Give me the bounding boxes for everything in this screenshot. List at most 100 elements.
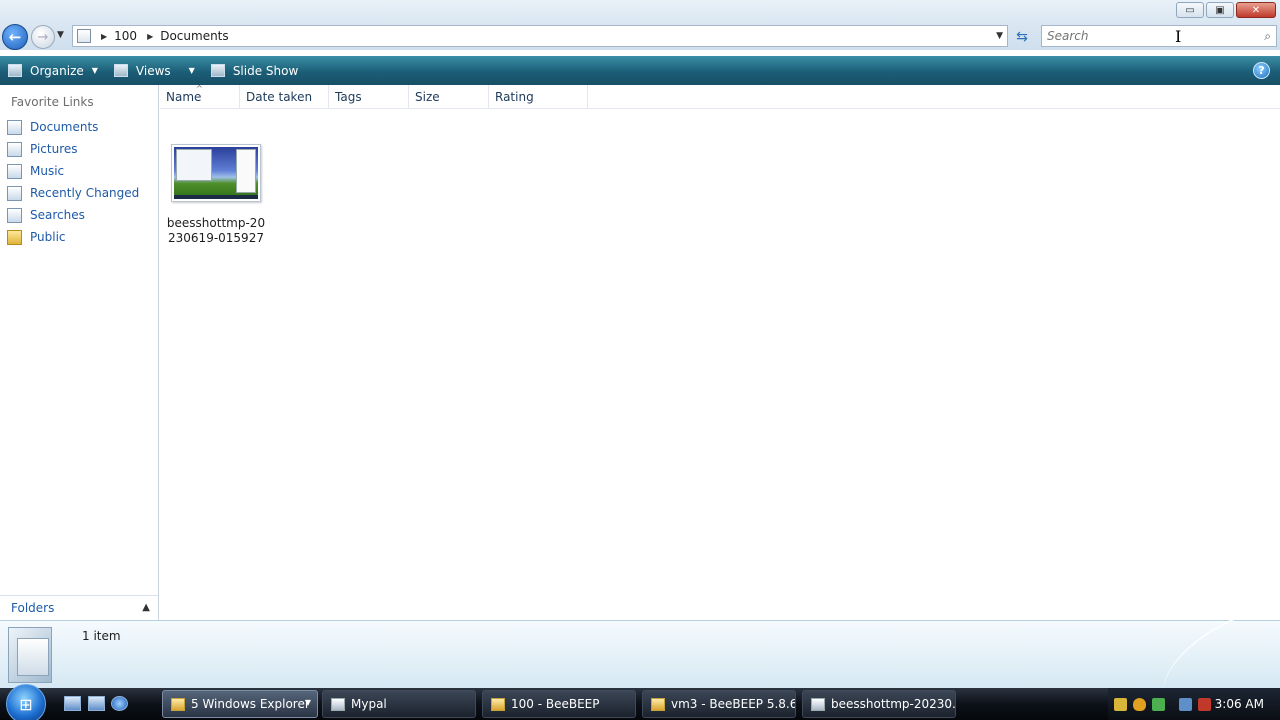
taskbar-button-beebeep-100[interactable]: 100 - BeeBEEP: [482, 690, 636, 718]
location-icon: [77, 29, 91, 43]
breadcrumb-documents[interactable]: Documents: [160, 29, 228, 43]
column-header-rating[interactable]: Rating: [489, 85, 588, 109]
column-header-label: Tags: [335, 90, 362, 104]
column-header-date-taken[interactable]: Date taken: [240, 85, 329, 109]
chevron-down-icon: ▼: [91, 66, 98, 75]
folder-icon: [7, 229, 22, 245]
internet-explorer-icon[interactable]: [111, 696, 128, 711]
organize-button[interactable]: Organize ▼: [0, 56, 106, 85]
search-box[interactable]: ⌕: [1041, 25, 1277, 47]
window-controls: ▭ ▣ ✕: [1176, 2, 1276, 18]
network-icon[interactable]: [1179, 697, 1192, 711]
documents-folder-icon: [8, 627, 52, 683]
chevron-down-icon: ▼: [188, 66, 195, 75]
views-button[interactable]: Views ▼: [106, 56, 203, 85]
nav-item-public[interactable]: Public: [0, 226, 158, 248]
file-name: beesshottmp-20230619-015927: [166, 216, 266, 245]
file-item[interactable]: beesshottmp-20230619-015927: [166, 144, 266, 246]
thumbnail-window-shape: [236, 149, 256, 193]
nav-item-recently-changed[interactable]: Recently Changed: [0, 182, 158, 204]
address-bar[interactable]: ▶ 100 ▶ Documents ▼: [72, 25, 1008, 47]
search-input[interactable]: [1042, 26, 1242, 46]
searches-icon: [7, 207, 22, 223]
file-thumbnail: [171, 144, 261, 202]
taskbar-button-windows-explorer[interactable]: 5 Windows Explorer ▼: [162, 690, 318, 718]
tray-app-icon[interactable]: [1114, 697, 1127, 711]
column-header-size[interactable]: Size: [409, 85, 489, 109]
column-header-tags[interactable]: Tags: [329, 85, 409, 109]
favorite-links-heading: Favorite Links: [11, 95, 94, 109]
taskbar-button-image-viewer[interactable]: beesshottmp-20230...: [802, 690, 956, 718]
tray-app-icon[interactable]: [1152, 697, 1165, 711]
security-shield-icon[interactable]: [1133, 697, 1146, 711]
nav-item-label: Music: [30, 164, 65, 178]
address-history-dropdown[interactable]: ▼: [996, 31, 1003, 41]
nav-item-searches[interactable]: Searches: [0, 204, 158, 226]
thumbnail-taskbar-shape: [174, 195, 258, 199]
documents-icon: [7, 119, 22, 135]
folders-toggle[interactable]: Folders ▲: [0, 595, 158, 620]
switch-windows-icon[interactable]: [88, 696, 105, 711]
breadcrumb-separator-icon[interactable]: ▶: [101, 32, 107, 41]
title-bar: ▭ ▣ ✕: [0, 0, 1280, 22]
sort-ascending-icon: ^: [196, 84, 203, 93]
taskbar-button-label: Mypal: [351, 697, 387, 711]
back-arrow-icon: ←: [8, 28, 22, 46]
nav-item-label: Recently Changed: [30, 186, 140, 200]
taskbar-button-mypal[interactable]: Mypal: [322, 690, 476, 718]
minimize-button[interactable]: ▭: [1176, 2, 1204, 18]
taskbar-button-label: vm3 - BeeBEEP 5.8.6: [671, 697, 796, 711]
breadcrumb-100[interactable]: 100: [114, 29, 137, 43]
help-button[interactable]: ?: [1253, 62, 1270, 79]
column-header-label: Size: [415, 90, 440, 104]
views-icon: [113, 64, 128, 77]
start-button[interactable]: ⊞: [6, 684, 46, 720]
column-header-name[interactable]: ^ Name: [160, 84, 240, 109]
nav-item-music[interactable]: Music: [0, 160, 158, 182]
navigation-pane: Favorite Links Documents Pictures Music …: [0, 85, 159, 620]
views-label: Views: [135, 63, 171, 78]
refresh-button[interactable]: ⇆: [1012, 27, 1032, 47]
maximize-button[interactable]: ▣: [1206, 2, 1234, 18]
search-icon[interactable]: ⌕: [1264, 29, 1271, 44]
forward-arrow-icon: →: [37, 29, 49, 45]
recent-pages-dropdown[interactable]: ▼: [57, 30, 64, 40]
volume-muted-icon[interactable]: [1198, 697, 1211, 711]
beebeep-icon: [491, 697, 505, 711]
mypal-icon: [331, 697, 345, 711]
taskbar-button-label: 5 Windows Explorer: [191, 697, 310, 711]
nav-item-label: Searches: [30, 208, 85, 222]
file-list-area[interactable]: beesshottmp-20230619-015927: [160, 110, 1280, 620]
item-count: 1 item: [82, 629, 121, 643]
nav-item-label: Documents: [30, 120, 99, 134]
chevron-up-icon: ▲: [142, 602, 150, 613]
beebeep-icon: [651, 697, 665, 711]
recently-changed-icon: [7, 185, 22, 201]
image-viewer-icon: [811, 697, 825, 711]
nav-item-label: Pictures: [30, 142, 78, 156]
command-bar: Organize ▼ Views ▼ Slide Show ?: [0, 56, 1280, 85]
breadcrumb-separator-icon[interactable]: ▶: [147, 32, 153, 41]
taskbar: ⊞ 5 Windows Explorer ▼ Mypal 100 - BeeBE…: [0, 684, 1280, 720]
refresh-icon: ⇆: [1016, 29, 1028, 45]
clock[interactable]: 3:06 AM: [1215, 697, 1264, 711]
close-button[interactable]: ✕: [1236, 2, 1276, 18]
back-button[interactable]: ←: [2, 24, 28, 50]
chevron-down-icon: ▼: [304, 698, 311, 707]
address-row: ← → ▼ ▶ 100 ▶ Documents ▼ ⇆ ⌕: [0, 22, 1280, 50]
music-icon: [7, 163, 22, 179]
slideshow-button[interactable]: Slide Show: [203, 56, 306, 85]
nav-item-label: Public: [30, 230, 66, 244]
nav-item-pictures[interactable]: Pictures: [0, 138, 158, 160]
taskbar-button-label: beesshottmp-20230...: [831, 697, 956, 711]
folders-label: Folders: [11, 601, 55, 615]
taskbar-button-label: 100 - BeeBEEP: [511, 697, 600, 711]
nav-item-documents[interactable]: Documents: [0, 116, 158, 138]
taskbar-button-beebeep-vm3[interactable]: vm3 - BeeBEEP 5.8.6: [642, 690, 796, 718]
forward-button[interactable]: →: [31, 25, 55, 49]
organize-label: Organize: [30, 63, 84, 78]
show-desktop-icon[interactable]: [64, 696, 81, 711]
slideshow-icon: [210, 64, 225, 77]
column-header-row: ^ Name Date taken Tags Size Rating: [160, 84, 1280, 109]
thumbnail-window-shape: [176, 149, 212, 181]
